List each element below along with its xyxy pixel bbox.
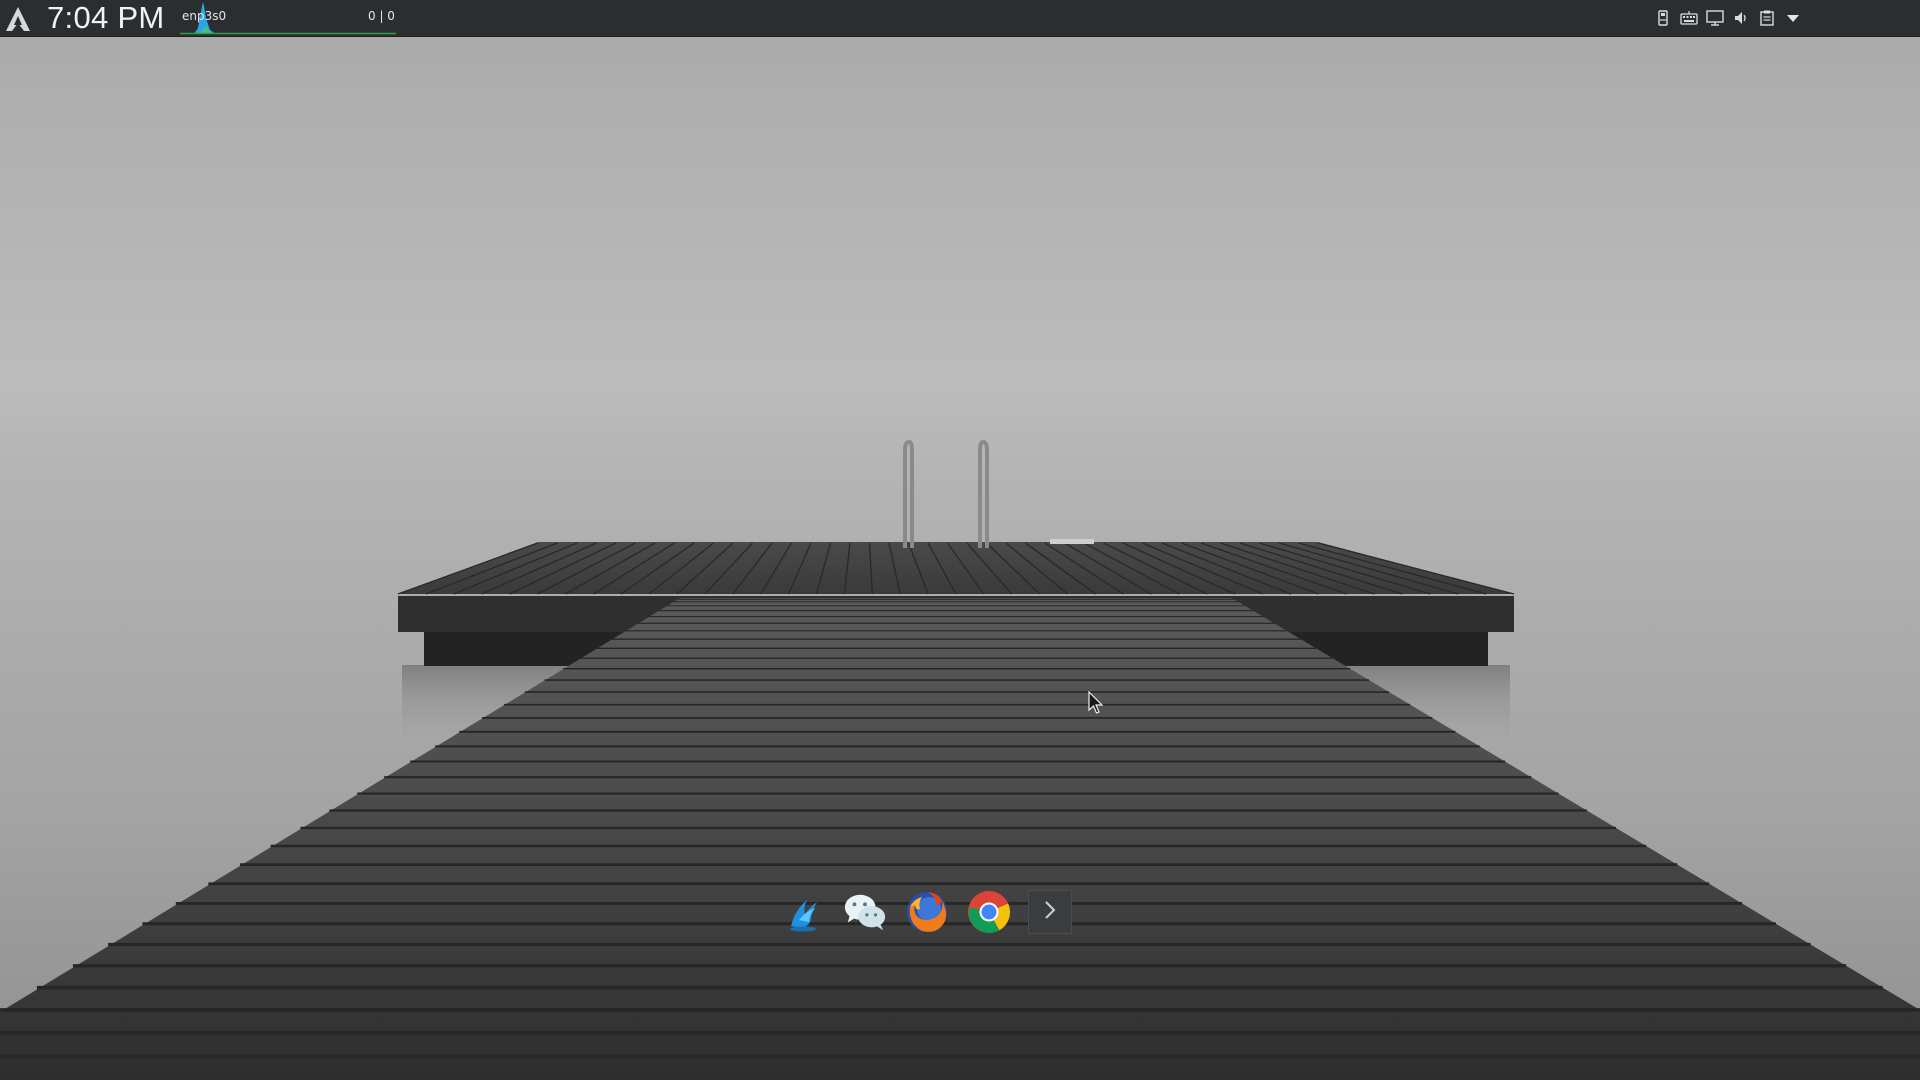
- arch-logo-icon[interactable]: [4, 6, 32, 32]
- network-monitor[interactable]: enp3s0 0 | 0: [180, 0, 400, 35]
- chrome-icon[interactable]: [966, 889, 1012, 935]
- network-rates-label: 0 | 0: [368, 9, 395, 23]
- clock[interactable]: 7:04 PM: [47, 1, 165, 35]
- dropdown-arrow-icon[interactable]: [1784, 9, 1802, 27]
- dock: [780, 887, 1072, 937]
- wechat-icon[interactable]: [842, 889, 888, 935]
- volume-icon[interactable]: [1732, 9, 1750, 27]
- firefox-icon[interactable]: [904, 889, 950, 935]
- top-panel: 7:04 PM enp3s0 0 | 0: [0, 0, 1920, 37]
- clipboard-icon[interactable]: [1758, 9, 1776, 27]
- network-interface-label: enp3s0: [182, 9, 227, 23]
- system-tray: [1654, 7, 1802, 29]
- keyboard-icon[interactable]: [1680, 9, 1698, 27]
- mouse-pointer-icon: [1088, 691, 1104, 714]
- show-more-button[interactable]: [1028, 890, 1072, 934]
- show-more-chevron-icon: [1043, 900, 1057, 924]
- usb-drive-icon[interactable]: [1654, 9, 1672, 27]
- deepin-app-icon[interactable]: [780, 889, 826, 935]
- display-icon[interactable]: [1706, 9, 1724, 27]
- desktop[interactable]: 7:04 PM enp3s0 0 | 0: [0, 0, 1920, 1080]
